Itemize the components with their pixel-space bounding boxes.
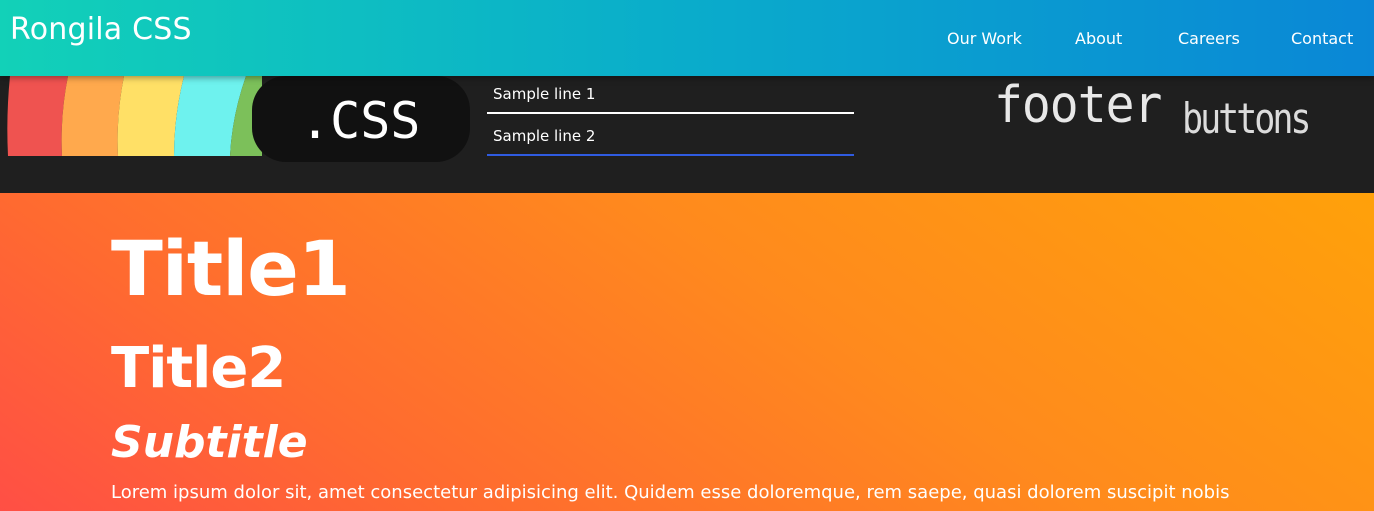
subtitle: Subtitle — [111, 417, 308, 468]
title-2: Title2 — [111, 336, 286, 401]
banner-strip: .CSS footer buttons — [0, 76, 1374, 193]
sample-line-2-input[interactable] — [487, 118, 854, 156]
buttons-sprite-word: buttons — [1182, 96, 1312, 144]
nav-link-careers[interactable]: Careers — [1178, 29, 1240, 48]
css-logo-art: .CSS — [7, 76, 470, 162]
nav-link-contact[interactable]: Contact — [1291, 29, 1353, 48]
top-navbar: Rongila CSS Our Work About Careers Conta… — [0, 0, 1374, 76]
sample-inputs — [487, 76, 854, 193]
rainbow-stripes — [7, 76, 262, 156]
nav-link-our-work[interactable]: Our Work — [947, 29, 1022, 48]
rainbow-stripe-red — [7, 76, 69, 156]
css-logo-text: .CSS — [300, 92, 420, 150]
title-1: Title1 — [111, 224, 351, 313]
nav-link-about[interactable]: About — [1075, 29, 1122, 48]
page: Rongila CSS Our Work About Careers Conta… — [0, 0, 1374, 511]
rainbow-stripe-orange — [61, 76, 124, 156]
sample-line-1-input[interactable] — [487, 76, 854, 114]
rainbow-stripe-yellow — [117, 76, 184, 156]
nav-links: Our Work About Careers Contact — [0, 29, 1374, 51]
hero-section: Title1 Title2 Subtitle Lorem ipsum dolor… — [0, 193, 1374, 511]
hero-paragraph: Lorem ipsum dolor sit, amet consectetur … — [111, 482, 1230, 503]
footer-sprite-word: footer — [994, 76, 1162, 135]
